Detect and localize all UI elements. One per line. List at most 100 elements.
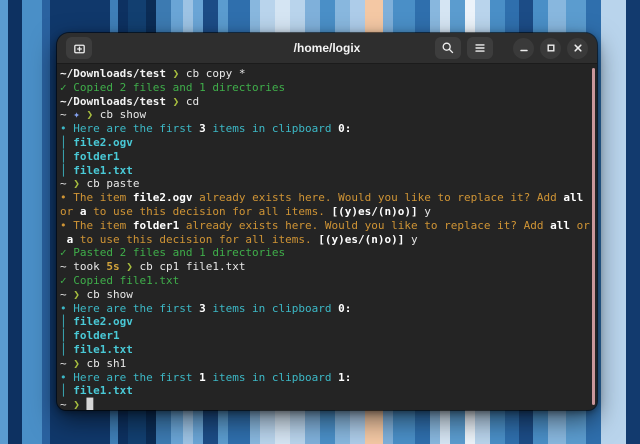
terminal-line: ✓ Copied 2 files and 1 directories	[60, 81, 593, 95]
terminal-text-span: ❯	[73, 177, 86, 190]
terminal-line: │ folder1	[60, 329, 593, 343]
terminal-text-span: cd	[186, 95, 199, 108]
terminal-text-span: or	[570, 219, 590, 232]
search-icon	[441, 41, 455, 55]
terminal-text-span: ❯	[173, 95, 186, 108]
terminal-line: │ folder1	[60, 150, 593, 164]
terminal-line: │ file2.ogv	[60, 315, 593, 329]
terminal-line: │ file1.txt	[60, 343, 593, 357]
terminal-text-span: all	[563, 191, 583, 204]
terminal-text-span: y	[418, 205, 431, 218]
terminal-text-span: │	[60, 343, 73, 356]
terminal-line: • Here are the first 3 items in clipboar…	[60, 122, 593, 136]
terminal-text-span: ✓ Pasted 2 files and 1 directories	[60, 246, 285, 259]
terminal-text-span: folder1	[73, 150, 119, 163]
terminal-text-span: 0:	[338, 302, 351, 315]
terminal-text-span: 5s	[106, 260, 119, 273]
terminal-text-span: items in clipboard	[206, 302, 338, 315]
terminal-line: • The item file2.ogv already exists here…	[60, 191, 593, 205]
terminal-text-span: │	[60, 164, 73, 177]
terminal-text-span: 0:	[338, 122, 351, 135]
maximize-icon	[545, 42, 557, 54]
terminal-text-span: cb show	[100, 108, 146, 121]
terminal-text-span: • Here are the first	[60, 371, 199, 384]
terminal-text-span: 3	[199, 122, 206, 135]
terminal-text-span: or	[60, 205, 80, 218]
terminal-text-span: all	[550, 219, 570, 232]
new-tab-icon	[72, 41, 87, 56]
terminal-text-span: • Here are the first	[60, 302, 199, 315]
menu-icon	[473, 41, 487, 55]
terminal-text-span: ❯	[126, 260, 139, 273]
terminal-text-span: │	[60, 315, 73, 328]
search-button[interactable]	[435, 37, 461, 59]
terminal-text-span: already exists here. Would you like to r…	[192, 191, 563, 204]
terminal-text-span: • Here are the first	[60, 122, 199, 135]
wallpaper-stripe	[22, 0, 42, 444]
minimize-icon	[518, 42, 530, 54]
menu-button[interactable]	[467, 37, 493, 59]
terminal-text-span: ❯	[73, 288, 86, 301]
terminal-text-span	[60, 233, 67, 246]
terminal-text-span: file2.ogv	[73, 136, 133, 149]
terminal-line: • The item folder1 already exists here. …	[60, 219, 593, 233]
terminal-text-span: ~/Downloads/test	[60, 95, 173, 108]
terminal-scrollbar[interactable]	[592, 68, 595, 405]
terminal-text-span: file1.txt	[73, 384, 133, 397]
wallpaper-stripe	[601, 0, 626, 444]
terminal-text-span: ❯	[173, 67, 186, 80]
terminal-line: ~ ❯ █	[60, 398, 593, 410]
terminal-line: ~ ✦ ❯ cb show	[60, 108, 593, 122]
terminal-line: ~/Downloads/test ❯ cd	[60, 95, 593, 109]
terminal-text-span: cb show	[87, 288, 133, 301]
terminal-line: │ file2.ogv	[60, 136, 593, 150]
terminal-text-span: ✓ Copied file1.txt	[60, 274, 179, 287]
terminal-text-span: cb copy *	[186, 67, 246, 80]
terminal-text-span: to use this decision for all items.	[87, 205, 332, 218]
new-tab-button[interactable]	[66, 37, 92, 59]
terminal-text-span: file2.ogv	[133, 191, 193, 204]
terminal-line: or a to use this decision for all items.…	[60, 205, 593, 219]
terminal-text-span: 1:	[338, 371, 351, 384]
titlebar-controls	[435, 37, 588, 59]
terminal-line: │ file1.txt	[60, 384, 593, 398]
terminal-line: ~/Downloads/test ❯ cb copy *	[60, 67, 593, 81]
terminal-text-span: folder1	[73, 329, 119, 342]
terminal-text-span: │	[60, 136, 73, 149]
terminal-text-span: ~	[60, 398, 73, 410]
terminal-text-span: • The item	[60, 191, 133, 204]
terminal-text-span: │	[60, 384, 73, 397]
close-button[interactable]	[567, 38, 588, 59]
terminal-text-span: already exists here. Would you like to r…	[179, 219, 550, 232]
terminal-text-span: ✦	[73, 108, 86, 121]
wallpaper-stripe	[0, 0, 8, 444]
terminal-text-span: [(y)es/(n)o)]	[318, 233, 404, 246]
terminal-content: ~/Downloads/test ❯ cb copy *✓ Copied 2 f…	[57, 64, 597, 410]
terminal-text-span: a	[80, 205, 87, 218]
terminal-text-span: ❯	[87, 108, 100, 121]
terminal-line: ~ ❯ cb sh1	[60, 357, 593, 371]
maximize-button[interactable]	[540, 38, 561, 59]
terminal-text-span: to use this decision for all items.	[73, 233, 318, 246]
terminal-line: ✓ Pasted 2 files and 1 directories	[60, 246, 593, 260]
terminal-text-span: ~/Downloads/test	[60, 67, 173, 80]
terminal-line: ✓ Copied file1.txt	[60, 274, 593, 288]
terminal-text-span: cb paste	[87, 177, 140, 190]
minimize-button[interactable]	[513, 38, 534, 59]
terminal-text-span: cb sh1	[87, 357, 127, 370]
wallpaper-stripe	[42, 0, 50, 444]
terminal-text-span: folder1	[133, 219, 179, 232]
terminal-text-span: 1	[199, 371, 206, 384]
terminal-text-span: items in clipboard	[206, 122, 338, 135]
terminal-line: • Here are the first 1 items in clipboar…	[60, 371, 593, 385]
titlebar[interactable]: /home/logix	[57, 33, 597, 64]
terminal-text-span: items in clipboard	[206, 371, 338, 384]
terminal-text-span: ~	[60, 177, 73, 190]
cursor: █	[87, 398, 94, 410]
terminal-text-span: file1.txt	[73, 343, 133, 356]
terminal-text-span: ❯	[73, 398, 86, 410]
terminal-text-span: │	[60, 329, 73, 342]
terminal-line: • Here are the first 3 items in clipboar…	[60, 302, 593, 316]
terminal-text-span: ~	[60, 288, 73, 301]
terminal-line: a to use this decision for all items. [(…	[60, 233, 593, 247]
